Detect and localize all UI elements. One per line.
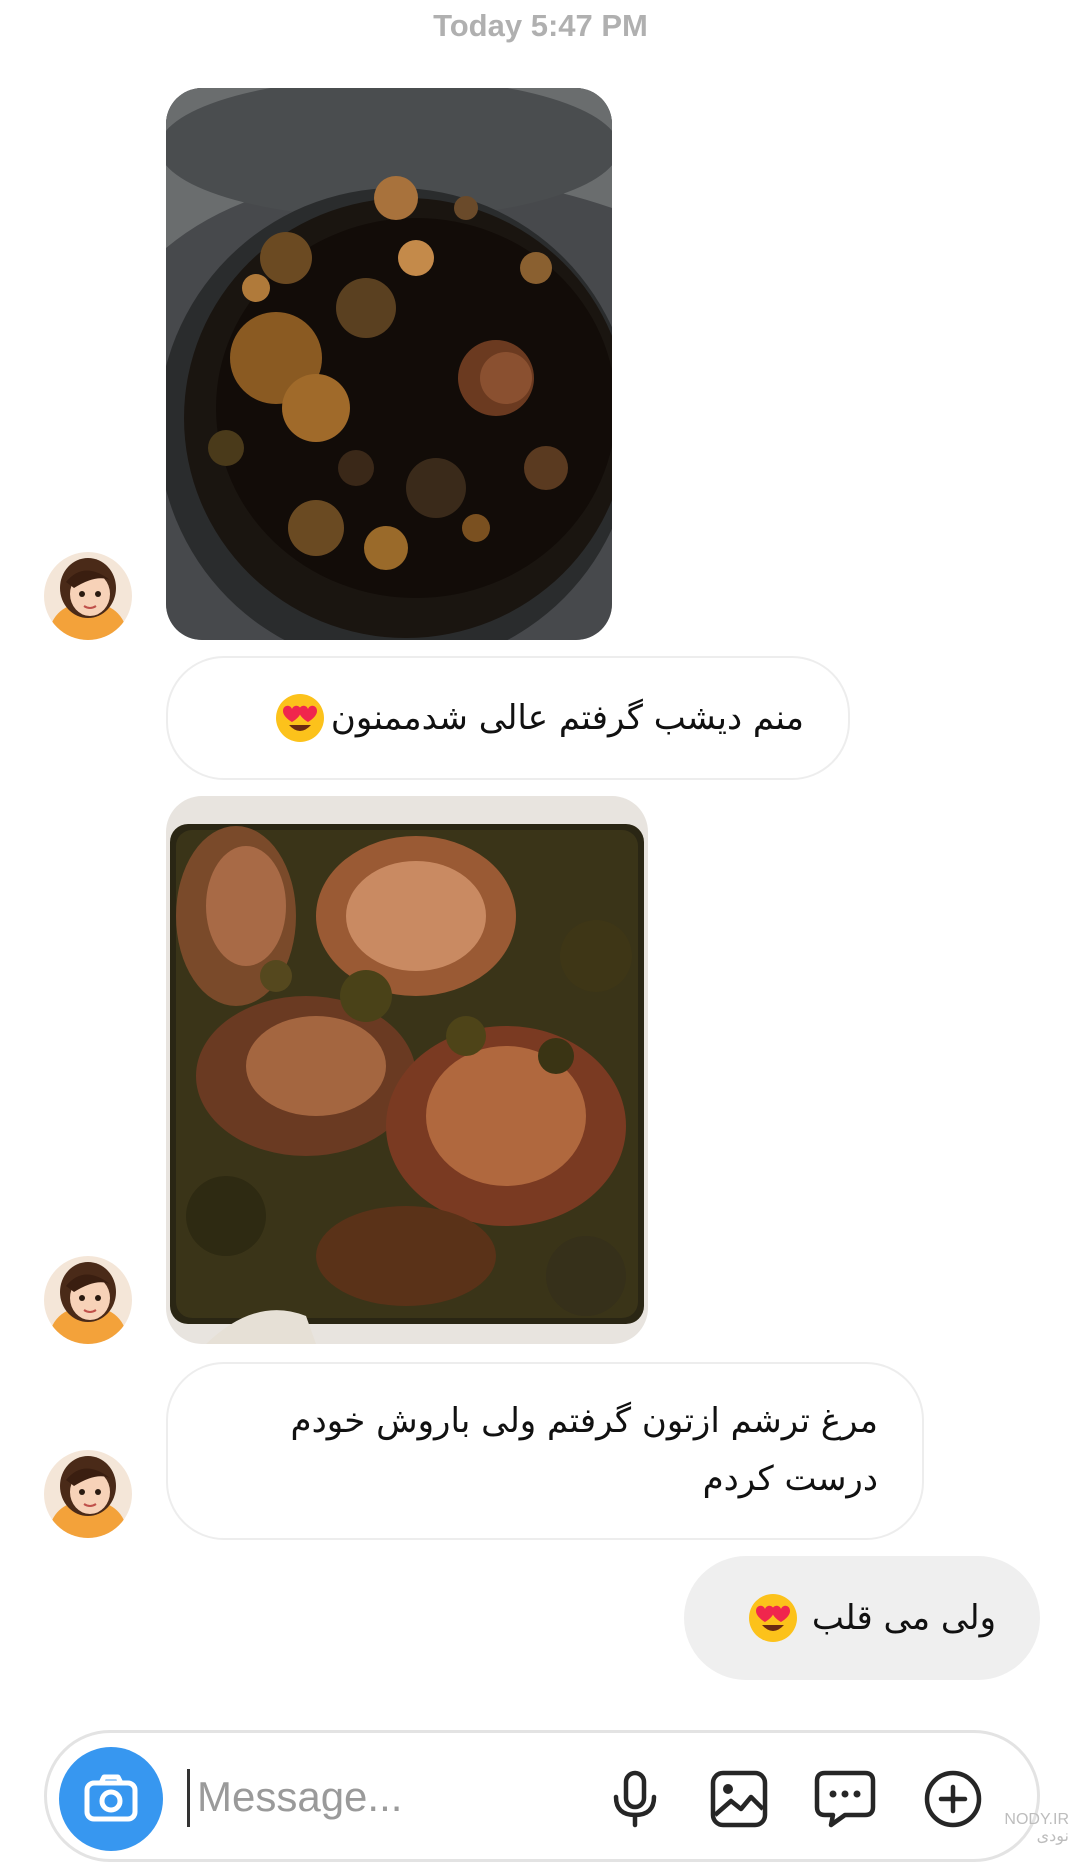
- gallery-button[interactable]: [705, 1765, 773, 1833]
- sticker-button[interactable]: [811, 1765, 879, 1833]
- message-text-line: درست کردم: [702, 1459, 878, 1499]
- sender-avatar[interactable]: [44, 552, 132, 640]
- camera-button[interactable]: [59, 1747, 163, 1851]
- message-bubble-incoming[interactable]: مرغ ترشم ازتون گرفتم ولی باروش خودم درست…: [166, 1362, 924, 1540]
- avatar-image: [44, 1256, 132, 1344]
- heart-eyes-emoji-icon: [748, 1593, 798, 1643]
- sticker-icon: [814, 1770, 876, 1828]
- microphone-button[interactable]: [601, 1765, 669, 1833]
- message-input[interactable]: [189, 1757, 597, 1837]
- sender-avatar[interactable]: [44, 1450, 132, 1538]
- message-bubble-incoming[interactable]: منم دیشب گرفتم عالی شدممنون: [166, 656, 850, 780]
- message-photo-stew[interactable]: [166, 88, 612, 640]
- microphone-icon: [613, 1770, 657, 1828]
- avatar-image: [44, 1450, 132, 1538]
- gallery-icon: [710, 1770, 768, 1828]
- stew-photo-image: [166, 88, 612, 640]
- watermark-line: NODY.IR: [1004, 1811, 1069, 1828]
- avatar-image: [44, 552, 132, 640]
- message-photo-chicken[interactable]: [166, 796, 648, 1344]
- watermark-line: نودی: [1036, 1828, 1069, 1845]
- chicken-photo-image: [166, 796, 648, 1344]
- heart-eyes-emoji-icon: [275, 693, 325, 743]
- plus-button[interactable]: [919, 1765, 987, 1833]
- message-text-line: مرغ ترشم ازتون گرفتم ولی باروش خودم: [290, 1401, 878, 1441]
- thread-timestamp: Today 5:47 PM: [433, 8, 648, 43]
- sender-avatar[interactable]: [44, 1256, 132, 1344]
- message-composer: [44, 1730, 1040, 1862]
- message-bubble-outgoing[interactable]: ولی می قلب: [684, 1556, 1040, 1680]
- watermark: NODY.IR نودی: [1004, 1811, 1069, 1845]
- message-text: ولی می قلب: [811, 1598, 996, 1638]
- camera-icon: [84, 1774, 138, 1822]
- plus-icon: [924, 1770, 982, 1828]
- message-text: منم دیشب گرفتم عالی شدممنون: [330, 698, 804, 738]
